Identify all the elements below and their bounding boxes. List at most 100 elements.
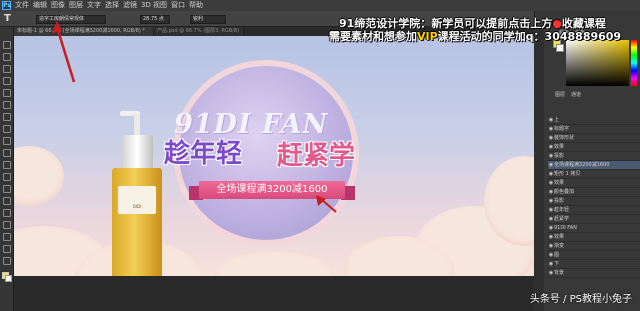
bottle-label <box>118 186 156 214</box>
crop-tool-icon[interactable] <box>3 89 11 97</box>
healing-tool-icon[interactable] <box>3 113 11 121</box>
panel-icon-strip <box>534 27 544 311</box>
layer-row[interactable]: ◉趁年轻 <box>548 206 640 215</box>
layer-name: 投影 <box>554 198 565 204</box>
layer-name: 圆 <box>554 252 560 258</box>
layer-row[interactable]: ◉圆 <box>548 251 640 260</box>
quick-select-tool-icon[interactable] <box>3 77 11 85</box>
eraser-tool-icon[interactable] <box>3 161 11 169</box>
lasso-tool-icon[interactable] <box>3 65 11 73</box>
stamp-tool-icon[interactable] <box>3 137 11 145</box>
layer-row[interactable]: ◉颜色叠加 <box>548 188 640 197</box>
antialias-select[interactable]: 锐利 <box>190 15 226 24</box>
layer-row[interactable]: ◉标题字 <box>548 125 640 134</box>
status-bar <box>14 276 534 311</box>
promo-line-2-text: 需要素材和想参加 <box>329 30 417 43</box>
menu-3d[interactable]: 3D <box>141 0 151 11</box>
promo-ribbon: 全场课程满3200减1600 <box>199 181 345 199</box>
menu-type[interactable]: 文字 <box>87 0 101 11</box>
layer-row[interactable]: ◉投影 <box>548 152 640 161</box>
blur-tool-icon[interactable] <box>3 185 11 193</box>
brush-tool-icon[interactable] <box>3 125 11 133</box>
color-picker-field[interactable] <box>566 40 629 86</box>
panel-background-swatch[interactable] <box>556 44 564 52</box>
promo-vip: VIP <box>417 30 438 43</box>
tools-panel <box>0 27 14 311</box>
font-family-select[interactable]: 造字工房朗倩常规体 <box>36 15 106 24</box>
marquee-tool-icon[interactable] <box>3 53 11 61</box>
layer-row[interactable]: ◉背景 <box>548 269 640 278</box>
banner-artwork: DIDI 91DI FAN 趁年轻 赶紧学 全场课程满3200减1600 <box>14 36 534 276</box>
menu-bar: Ps 文件 编辑 图像 图层 文字 选择 滤镜 3D 视图 窗口 帮助 <box>0 0 640 11</box>
pen-tool-icon[interactable] <box>3 209 11 217</box>
bottle-label-text: DIDI <box>132 204 142 209</box>
path-select-tool-icon[interactable] <box>3 233 11 241</box>
type-tool-icon[interactable]: T <box>4 13 11 25</box>
layer-row[interactable]: ◉上 <box>548 116 640 125</box>
tab-layers[interactable]: 图层 <box>555 91 565 98</box>
layer-name: 标题字 <box>554 126 570 132</box>
layer-name: 投影 <box>554 153 565 159</box>
layer-row[interactable]: ◉投影 <box>548 197 640 206</box>
layer-row[interactable]: ◉91DI FAN <box>548 224 640 233</box>
tab-document-1[interactable]: 未标题-1 @ 66.7% (全场课程满3200减1600, RGB/8) * <box>14 27 154 36</box>
menu-window[interactable]: 窗口 <box>171 0 185 11</box>
layer-name: 背景 <box>554 270 565 276</box>
canvas-area[interactable]: DIDI 91DI FAN 趁年轻 赶紧学 全场课程满3200减1600 <box>14 36 534 276</box>
layer-row[interactable]: ◉装饰形状 <box>548 134 640 143</box>
layer-row[interactable]: ◉赶紧学 <box>548 215 640 224</box>
menu-view[interactable]: 视图 <box>153 0 167 11</box>
layer-name: 赶紧学 <box>554 216 570 222</box>
menu-layer[interactable]: 图层 <box>69 0 83 11</box>
background-color-swatch[interactable] <box>5 275 12 282</box>
tab-channels[interactable]: 通道 <box>571 91 581 98</box>
menu-select[interactable]: 选择 <box>105 0 119 11</box>
layer-name: 下 <box>554 261 560 267</box>
layer-row[interactable]: ◉全场课程满3200减1600 <box>548 161 640 170</box>
type-tool-icon-2[interactable] <box>3 221 11 229</box>
layer-row[interactable]: ◉效果 <box>548 233 640 242</box>
layer-row[interactable]: ◉效果 <box>548 143 640 152</box>
photoshop-window: Ps 文件 编辑 图像 图层 文字 选择 滤镜 3D 视图 窗口 帮助 T 造字… <box>0 0 640 311</box>
layer-name: 矩形 1 拷贝 <box>554 171 581 177</box>
banner-title-part-2: 赶紧学 <box>277 141 356 171</box>
shape-tool-icon[interactable] <box>3 245 11 253</box>
layer-name: 渐变 <box>554 243 565 249</box>
hue-slider[interactable] <box>631 40 637 86</box>
bottle-cap <box>121 135 153 170</box>
tab-document-2[interactable]: 产品.psd @ 66.7% (图层3, RGB/8) <box>154 27 244 36</box>
layer-row[interactable]: ◉矩形 1 拷贝 <box>548 170 640 179</box>
promo-line-2: 需要素材和想参加VIP课程活动的同学加q：3048889609 <box>329 28 621 44</box>
layer-row[interactable]: ◉下 <box>548 260 640 269</box>
eyedropper-tool-icon[interactable] <box>3 101 11 109</box>
menu-file[interactable]: 文件 <box>15 0 29 11</box>
layer-name: 效果 <box>554 144 565 150</box>
layer-row[interactable]: ◉渐变 <box>548 242 640 251</box>
cloud-shape <box>14 146 64 206</box>
history-brush-tool-icon[interactable] <box>3 149 11 157</box>
font-size-field[interactable]: 28.75 点 <box>140 15 170 24</box>
layer-name: 趁年轻 <box>554 207 570 213</box>
layer-name: 上 <box>554 117 560 123</box>
hand-tool-icon[interactable] <box>3 257 11 265</box>
gradient-tool-icon[interactable] <box>3 173 11 181</box>
layer-name: 效果 <box>554 180 565 186</box>
menu-help[interactable]: 帮助 <box>189 0 203 11</box>
layer-row[interactable]: ◉效果 <box>548 179 640 188</box>
menu-image[interactable]: 图像 <box>51 0 65 11</box>
move-tool-icon[interactable] <box>3 41 11 49</box>
layer-name: 全场课程满3200减1600 <box>554 162 610 168</box>
bottle-neck <box>134 114 140 136</box>
banner-title-part-1: 趁年轻 <box>164 139 243 169</box>
layer-name: 91DI FAN <box>554 225 577 231</box>
dodge-tool-icon[interactable] <box>3 197 11 205</box>
promo-line-2-tail: 课程活动的同学加q：3048889609 <box>437 30 622 43</box>
layer-name: 效果 <box>554 234 565 240</box>
layer-name: 颜色叠加 <box>554 189 575 195</box>
menu-edit[interactable]: 编辑 <box>33 0 47 11</box>
photoshop-logo-icon: Ps <box>2 1 11 10</box>
cloud-shape <box>214 251 334 276</box>
product-bottle <box>112 168 162 276</box>
menu-filter[interactable]: 滤镜 <box>123 0 137 11</box>
watermark: 头条号 / PS教程小兔子 <box>529 294 632 305</box>
